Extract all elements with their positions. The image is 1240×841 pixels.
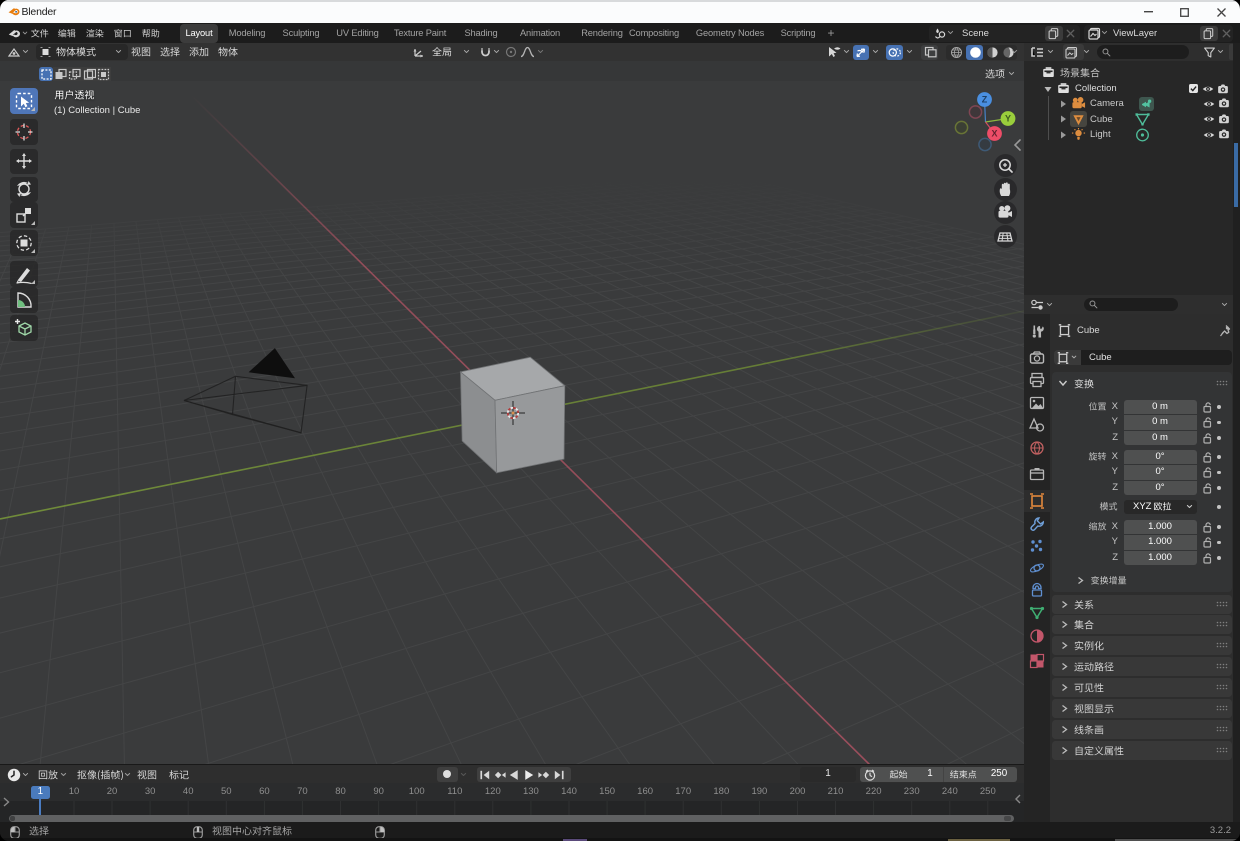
- svg-text:Y: Y: [1005, 114, 1011, 124]
- svg-text:Z: Z: [982, 95, 988, 105]
- svg-text:X: X: [991, 129, 997, 139]
